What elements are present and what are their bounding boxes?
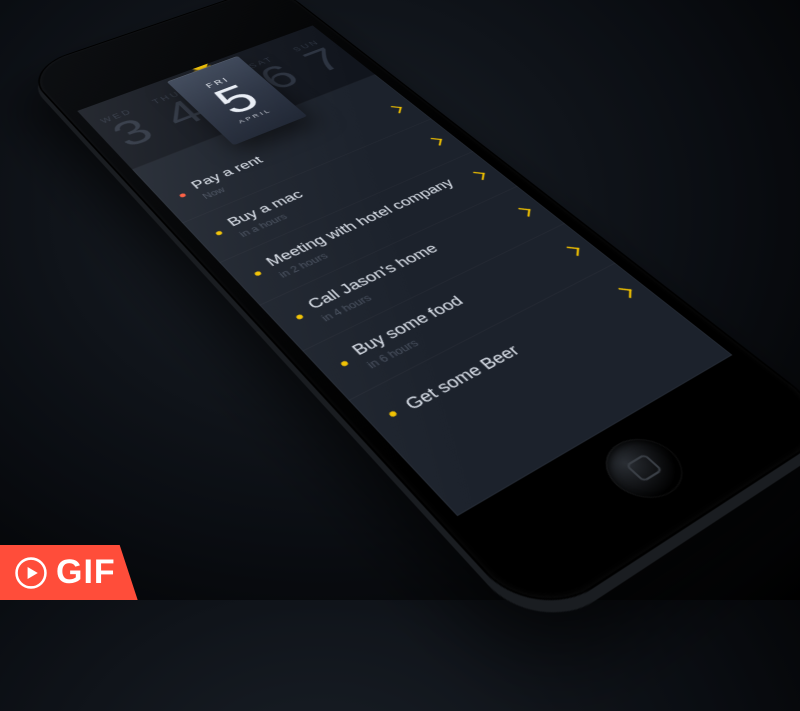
- task-title: Buy some food: [348, 232, 590, 358]
- chevron-right-icon: [429, 138, 442, 146]
- task-subtitle: in 4 hours: [319, 207, 554, 323]
- phone-screen: WED 3 THU 4 SAT 6 SUN 7: [77, 25, 732, 516]
- priority-dot-icon: [388, 410, 398, 417]
- priority-dot-icon: [254, 271, 263, 277]
- day-number: 3: [104, 113, 161, 153]
- priority-dot-icon: [215, 230, 223, 235]
- home-button[interactable]: [590, 428, 698, 510]
- phone-body: WED 3 THU 4 SAT 6 SUN 7: [24, 0, 800, 623]
- task-row[interactable]: Get some Beer: [348, 263, 669, 454]
- task-subtitle: [418, 291, 651, 416]
- gif-label: GIF: [56, 553, 116, 592]
- priority-dot-icon: [295, 314, 304, 320]
- chevron-right-icon: [618, 288, 631, 298]
- task-subtitle: in 6 hours: [364, 246, 603, 371]
- play-circle-icon: [14, 556, 48, 590]
- task-row[interactable]: Buy some food in 6 hours: [302, 223, 615, 400]
- chevron-right-icon: [472, 172, 485, 180]
- chevron-right-icon: [517, 208, 530, 217]
- chevron-right-icon: [566, 247, 579, 256]
- priority-dot-icon: [179, 193, 187, 198]
- chevron-right-icon: [389, 106, 401, 113]
- priority-dot-icon: [340, 360, 349, 367]
- gif-badge: GIF: [0, 545, 138, 600]
- task-title: Get some Beer: [401, 277, 648, 414]
